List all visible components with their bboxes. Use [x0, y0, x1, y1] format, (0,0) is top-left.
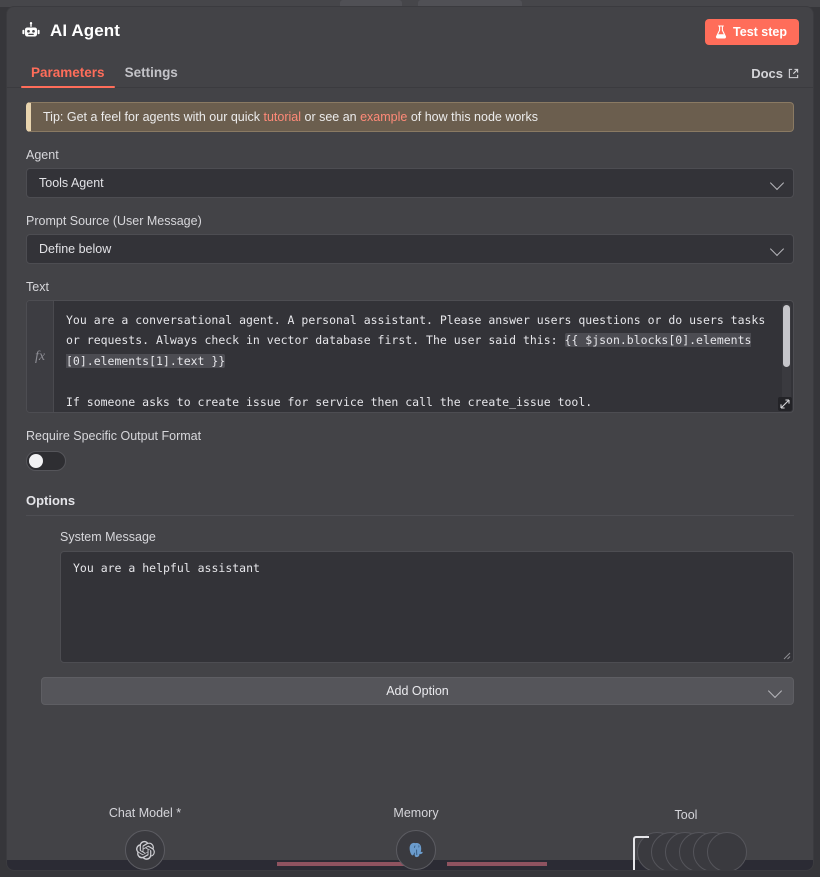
toggle-knob — [29, 454, 43, 468]
node-detail-view: AI Agent Test step Parameters Settings D… — [0, 0, 820, 877]
docs-label: Docs — [751, 66, 783, 81]
system-message-field: System Message You are a helpful assista… — [26, 530, 794, 663]
resize-handle[interactable] — [781, 650, 791, 660]
parameters-body: Tip: Get a feel for agents with our quic… — [7, 88, 813, 663]
text-scrollbar-thumb[interactable] — [783, 305, 790, 367]
chevron-down-icon — [767, 683, 783, 699]
connector-chat-model[interactable]: Chat Model * — [85, 806, 205, 870]
prompt-source-field: Prompt Source (User Message) Define belo… — [26, 214, 794, 264]
add-option-label: Add Option — [386, 684, 449, 698]
prompt-source-select[interactable]: Define below — [26, 234, 794, 264]
example-link[interactable]: example — [360, 110, 407, 124]
require-output-format-label: Require Specific Output Format — [26, 429, 202, 443]
system-message-label: System Message — [60, 530, 156, 544]
tool-icon[interactable] — [707, 832, 747, 870]
tool-connection-bracket — [633, 836, 649, 870]
require-output-format-group: Require Specific Output Format — [26, 429, 794, 471]
panel-header: AI Agent Test step — [7, 7, 813, 55]
chevron-down-icon — [769, 241, 785, 257]
prompt-source-label: Prompt Source (User Message) — [26, 214, 202, 228]
system-message-input[interactable]: You are a helpful assistant — [60, 551, 794, 663]
tab-parameters[interactable]: Parameters — [21, 65, 115, 88]
text-expression-field[interactable]: fx You are a conversational agent. A per… — [26, 300, 794, 413]
tip-middle: or see an — [301, 110, 361, 124]
tip-suffix: of how this node works — [407, 110, 538, 124]
options-heading: Options — [26, 493, 76, 508]
system-message-value: You are a helpful assistant — [73, 561, 260, 575]
chevron-down-icon — [769, 175, 785, 191]
agent-value: Tools Agent — [39, 176, 104, 190]
expand-text-button[interactable] — [778, 397, 792, 411]
tip-text: Tip: Get a feel for agents with our quic… — [43, 110, 538, 124]
agent-label: Agent — [26, 148, 59, 162]
tool-node-stack[interactable] — [627, 832, 747, 870]
robot-icon — [21, 21, 41, 41]
tip-banner: Tip: Get a feel for agents with our quic… — [26, 102, 794, 132]
connector-memory[interactable]: Memory — [356, 806, 476, 870]
external-link-icon — [788, 68, 799, 79]
openai-icon[interactable] — [125, 830, 165, 870]
require-output-format-toggle[interactable] — [26, 451, 66, 471]
connector-label: Chat Model * — [108, 806, 182, 820]
fx-toggle-button[interactable]: fx — [27, 301, 54, 412]
text-line-2: If someone asks to create issue for serv… — [66, 394, 593, 409]
tabbar: Parameters Settings Docs — [7, 55, 813, 88]
ai-agent-node-panel: AI Agent Test step Parameters Settings D… — [6, 6, 814, 871]
text-scrollbar[interactable] — [782, 303, 791, 410]
agent-select[interactable]: Tools Agent — [26, 168, 794, 198]
connector-tool[interactable]: Tool — [625, 808, 747, 870]
tip-prefix: Tip: Get a feel for agents with our quic… — [43, 110, 264, 124]
add-option-button[interactable]: Add Option — [41, 677, 794, 705]
fx-icon: fx — [34, 348, 46, 364]
test-step-button[interactable]: Test step — [705, 19, 799, 45]
text-content[interactable]: You are a conversational agent. A person… — [54, 301, 793, 412]
connector-label: Tool — [674, 808, 698, 822]
subnode-connectors: Chat Model * Memory Tool — [7, 798, 813, 870]
page-title: AI Agent — [50, 21, 121, 40]
tutorial-link[interactable]: tutorial — [263, 110, 301, 124]
agent-field: Agent Tools Agent — [26, 148, 794, 198]
docs-link[interactable]: Docs — [751, 66, 799, 81]
flask-icon — [715, 25, 727, 39]
prompt-source-value: Define below — [39, 242, 112, 256]
text-field-group: Text fx You are a conversational agent. … — [26, 280, 794, 413]
tab-settings[interactable]: Settings — [115, 65, 188, 87]
text-label: Text — [26, 280, 49, 294]
postgres-icon[interactable] — [396, 830, 436, 870]
test-step-label: Test step — [733, 25, 787, 39]
node-title-group: AI Agent — [21, 21, 120, 41]
connector-label: Memory — [393, 806, 439, 820]
options-divider — [26, 515, 794, 516]
